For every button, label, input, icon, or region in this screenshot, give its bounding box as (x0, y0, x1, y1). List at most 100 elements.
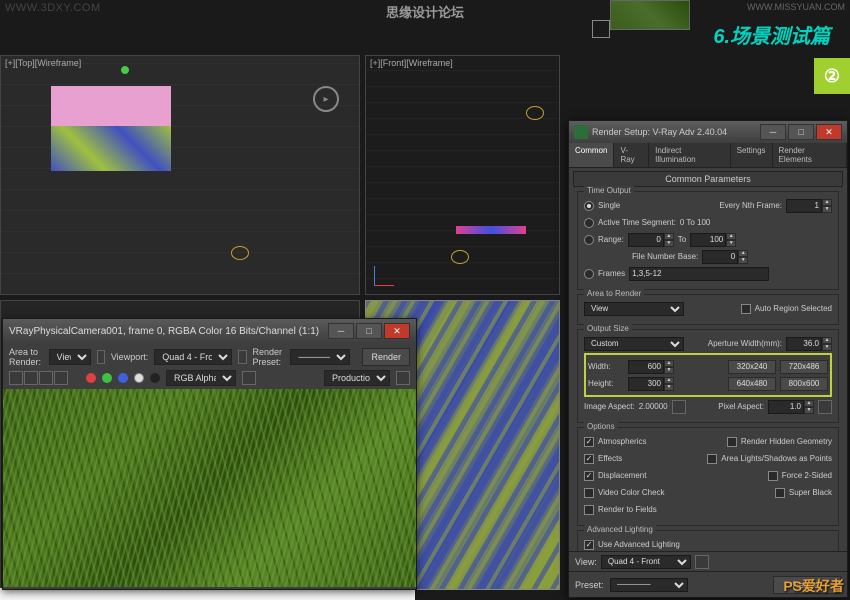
maximize-button[interactable]: □ (788, 124, 814, 140)
minimize-button[interactable]: ─ (760, 124, 786, 140)
app-icon (574, 125, 588, 139)
image-aspect-value: 2.00000 (639, 402, 668, 411)
chk-area-lights[interactable] (707, 454, 717, 464)
frames-input[interactable] (629, 267, 769, 281)
scene-object-track[interactable] (456, 226, 526, 234)
channel-g-icon[interactable] (102, 373, 112, 383)
height-spinner[interactable]: ▲▼ (628, 377, 674, 391)
chk-render-fields[interactable] (584, 505, 594, 515)
viewport-label-top[interactable]: [+][Top][Wireframe] (5, 58, 81, 68)
area-select[interactable]: View (584, 302, 684, 316)
chk-render-hidden[interactable] (727, 437, 737, 447)
preset-select[interactable]: ────── (610, 578, 688, 592)
chk-atmospherics[interactable] (584, 437, 594, 447)
radio-active-segment[interactable] (584, 218, 594, 228)
maximize-button[interactable]: □ (356, 323, 382, 339)
width-spinner[interactable]: ▲▼ (628, 360, 674, 374)
chk-force-2sided[interactable] (768, 471, 778, 481)
render-output-image[interactable] (3, 389, 416, 587)
rollout-common-params[interactable]: Common Parameters (573, 171, 843, 187)
active-seg-range: 0 To 100 (680, 218, 711, 227)
group-time-output: Time Output Single Every Nth Frame: ▲▼ A… (577, 191, 839, 290)
tab-common[interactable]: Common (569, 143, 614, 167)
tab-vray[interactable]: V-Ray (614, 143, 649, 167)
viewport-top[interactable]: [+][Top][Wireframe] ▸ (0, 55, 360, 295)
scene-object-pink[interactable] (51, 86, 171, 126)
chk-super-black[interactable] (775, 488, 785, 498)
camera-gizmo[interactable] (451, 250, 469, 264)
channel-b-icon[interactable] (118, 373, 128, 383)
every-nth-spinner[interactable]: ▲▼ (786, 199, 832, 213)
tab-render-elements[interactable]: Render Elements (773, 143, 847, 167)
tab-settings[interactable]: Settings (731, 143, 773, 167)
preset-720x486[interactable]: 720x486 (780, 360, 828, 374)
radio-single[interactable] (584, 201, 594, 211)
clear-icon[interactable] (54, 371, 68, 385)
lock-aspect-icon[interactable] (672, 400, 686, 414)
watermark-topleft: WWW.3DXY.COM (5, 2, 101, 14)
render-setup-body[interactable]: Common Parameters Time Output Single Eve… (569, 168, 847, 600)
chk-effects[interactable] (584, 454, 594, 464)
render-button[interactable]: Render (362, 348, 410, 366)
chk-displacement[interactable] (584, 471, 594, 481)
frames-label: Frames (598, 269, 625, 278)
tab-indirect[interactable]: Indirect Illumination (649, 143, 731, 167)
camera-gizmo[interactable] (231, 246, 249, 260)
use-adv-lighting-label: Use Advanced Lighting (598, 540, 680, 549)
highlight-size: Width: ▲▼ 320x240 720x486 Height: ▲▼ 640… (584, 353, 832, 397)
viewport-front[interactable]: [+][Front][Wireframe] (365, 55, 560, 295)
group-title: Time Output (584, 186, 634, 195)
viewport-select[interactable]: Quad 4 - Front (154, 349, 232, 365)
channel-mono-icon[interactable] (150, 373, 160, 383)
light-gizmo[interactable] (121, 66, 129, 74)
chk-use-adv-lighting[interactable] (584, 540, 594, 550)
area-to-render-label: Area to Render: (9, 347, 43, 367)
print-icon[interactable] (39, 371, 53, 385)
clone-icon[interactable] (24, 371, 38, 385)
chk-video-color[interactable] (584, 488, 594, 498)
lock-icon[interactable] (238, 350, 246, 364)
preset-800x600[interactable]: 800x600 (780, 377, 828, 391)
pixel-aspect-spinner[interactable]: ▲▼ (768, 400, 814, 414)
channel-r-icon[interactable] (86, 373, 96, 383)
preset-640x480[interactable]: 640x480 (728, 377, 776, 391)
range-to-spinner[interactable]: ▲▼ (690, 233, 736, 247)
viewport-label-front[interactable]: [+][Front][Wireframe] (370, 58, 453, 68)
render-preset-select[interactable]: ────── (290, 349, 350, 365)
range-from-spinner[interactable]: ▲▼ (628, 233, 674, 247)
group-options: Options Atmospherics Render Hidden Geome… (577, 427, 839, 526)
radio-frames[interactable] (584, 269, 594, 279)
production-select[interactable]: Production (324, 370, 390, 386)
render-setup-titlebar[interactable]: Render Setup: V-Ray Adv 2.40.04 ─ □ ✕ (569, 121, 847, 143)
chk-auto-region[interactable] (741, 304, 751, 314)
region-icon[interactable] (97, 350, 105, 364)
save-icon[interactable] (9, 371, 23, 385)
settings-icon[interactable] (396, 371, 410, 385)
force-2sided-label: Force 2-Sided (782, 471, 832, 480)
minimize-button[interactable]: ─ (328, 323, 354, 339)
area-to-render-select[interactable]: View (49, 349, 91, 365)
render-frame-titlebar[interactable]: VRayPhysicalCamera001, frame 0, RGBA Col… (3, 319, 416, 343)
fx-icon[interactable] (242, 371, 256, 385)
group-title: Output Size (584, 324, 632, 333)
lock-view-icon[interactable] (695, 555, 709, 569)
channel-select[interactable]: RGB Alpha (166, 370, 236, 386)
toolbar-icon[interactable] (592, 20, 610, 38)
close-button[interactable]: ✕ (384, 323, 410, 339)
file-num-spinner[interactable]: ▲▼ (702, 250, 748, 264)
scene-object-grass[interactable] (51, 126, 171, 171)
close-button[interactable]: ✕ (816, 124, 842, 140)
lock-pixel-icon[interactable] (818, 400, 832, 414)
view-select[interactable]: Quad 4 - Front (601, 555, 691, 569)
preset-320x240[interactable]: 320x240 (728, 360, 776, 374)
camera-gizmo[interactable] (526, 106, 544, 120)
safeframe-icon[interactable]: ▸ (313, 86, 339, 112)
channel-a-icon[interactable] (134, 373, 144, 383)
output-size-select[interactable]: Custom (584, 337, 684, 351)
aperture-spinner[interactable]: ▲▼ (786, 337, 832, 351)
radio-range[interactable] (584, 235, 594, 245)
render-setup-title: Render Setup: V-Ray Adv 2.40.04 (592, 127, 727, 137)
file-num-base-label: File Number Base: (632, 252, 698, 261)
range-label: Range: (598, 235, 624, 244)
watermark-topcenter: 思缘设计论坛 (386, 2, 464, 21)
